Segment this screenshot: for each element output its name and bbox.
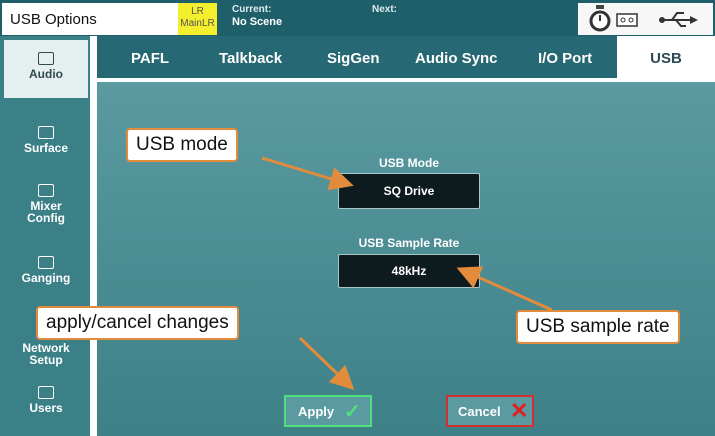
- callout-usb-mode: USB mode: [126, 128, 238, 162]
- annotation-arrows: [261, 156, 553, 391]
- callout-sample-rate: USB sample rate: [516, 310, 680, 344]
- sample-rate-arrow: [456, 266, 553, 312]
- callout-apply-cancel: apply/cancel changes: [36, 306, 239, 340]
- usb-mode-arrow: [261, 156, 354, 191]
- apply-cancel-arrow: [298, 336, 355, 391]
